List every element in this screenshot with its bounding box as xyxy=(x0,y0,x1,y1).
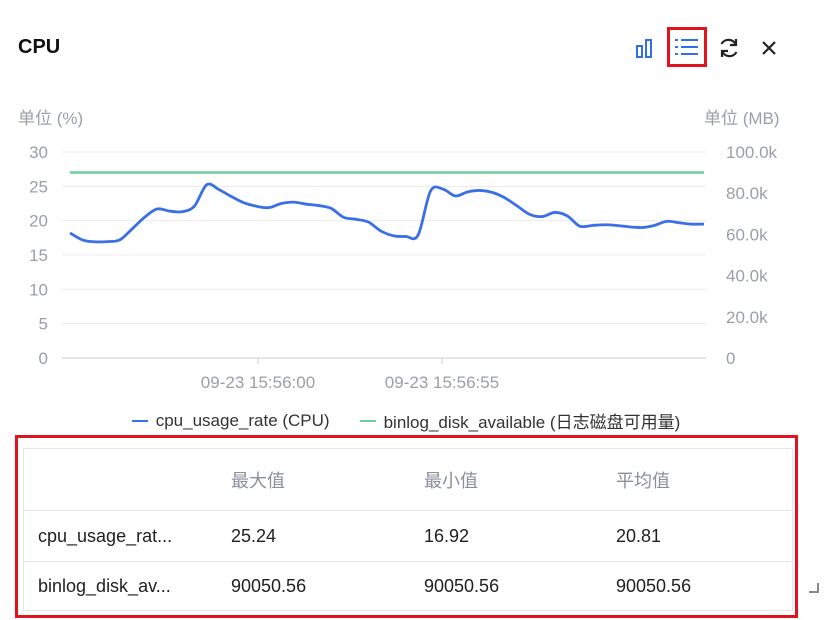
series-line-cpu xyxy=(69,182,705,244)
legend-item-disk[interactable]: binlog_disk_available (日志磁盘可用量) xyxy=(359,408,681,433)
y-left-tick-label: 0 xyxy=(39,349,48,368)
legend-swatch-cpu xyxy=(131,419,148,422)
y-right-tick-label: 80.0k xyxy=(726,184,768,203)
row-avg-value: 20.81 xyxy=(616,525,662,546)
y-right-tick-label: 100.0k xyxy=(726,143,778,162)
header-max: 最大值 xyxy=(231,470,285,491)
left-axis-unit: 单位 (%) xyxy=(18,109,84,128)
legend-item-cpu[interactable]: cpu_usage_rate (CPU) xyxy=(131,408,330,433)
stats-table: 最大值 最小值 平均值 cpu_usage_rat... 25.24 16.92… xyxy=(23,448,793,611)
legend-label-cpu: cpu_usage_rate (CPU) xyxy=(155,410,330,430)
panel-title: CPU xyxy=(18,36,61,58)
y-left-tick-label: 30 xyxy=(29,143,48,162)
row-max-value: 90050.56 xyxy=(231,576,307,596)
header-avg: 平均值 xyxy=(616,470,670,491)
row-min-value: 90050.56 xyxy=(424,576,500,596)
row-min-value: 16.92 xyxy=(424,525,470,546)
x-tick-label: 09-23 15:56:00 xyxy=(201,373,315,392)
row-max-value: 25.24 xyxy=(231,525,277,546)
row-metric-name: cpu_usage_rat... xyxy=(38,525,173,546)
close-button[interactable] xyxy=(751,30,787,66)
table-header-row: 最大值 最小值 平均值 xyxy=(24,449,792,511)
legend-label-disk: binlog_disk_available (日志磁盘可用量) xyxy=(383,413,681,432)
list-view-button[interactable] xyxy=(667,27,707,67)
y-left-tick-label: 20 xyxy=(29,212,48,231)
row-avg-value: 90050.56 xyxy=(616,576,692,596)
y-right-tick-label: 60.0k xyxy=(726,225,768,244)
bar-chart-button[interactable] xyxy=(627,30,663,66)
table-row: binlog_disk_av... 90050.56 90050.56 9005… xyxy=(24,562,792,611)
resize-handle[interactable] xyxy=(809,583,819,593)
right-axis-unit: 单位 (MB) xyxy=(704,109,780,128)
y-left-tick-label: 15 xyxy=(29,246,48,265)
y-right-tick-label: 20.0k xyxy=(726,308,768,327)
y-left-tick-label: 5 xyxy=(39,315,48,334)
stats-table-highlight: 最大值 最小值 平均值 cpu_usage_rat... 25.24 16.92… xyxy=(15,435,798,618)
y-left-tick-label: 25 xyxy=(29,177,48,196)
line-chart: 0 5 10 15 20 25 30 0 20.0k 40.0k 60.0k 80.0k 100.0k 0… xyxy=(29,143,778,392)
cpu-panel: CPU 单位 (%) 单位 (MB) 0 5 10 15 20 25 30 0 20.0 xyxy=(0,0,812,620)
refresh-icon xyxy=(720,38,738,58)
legend-swatch-disk xyxy=(359,419,376,422)
row-metric-name: binlog_disk_av... xyxy=(38,576,171,596)
table-row: cpu_usage_rat... 25.24 16.92 20.81 xyxy=(24,511,792,562)
refresh-button[interactable] xyxy=(711,30,747,66)
close-icon xyxy=(762,41,776,55)
list-icon xyxy=(675,39,698,55)
y-right-tick-label: 40.0k xyxy=(726,267,768,286)
y-left-tick-label: 10 xyxy=(29,280,48,299)
y-right-tick-label: 0 xyxy=(726,349,735,368)
header-min: 最小值 xyxy=(424,470,478,491)
x-tick-label: 09-23 15:56:55 xyxy=(385,373,499,392)
chart-legend: cpu_usage_rate (CPU) binlog_disk_availab… xyxy=(0,408,812,433)
bar-chart-icon xyxy=(636,39,652,58)
